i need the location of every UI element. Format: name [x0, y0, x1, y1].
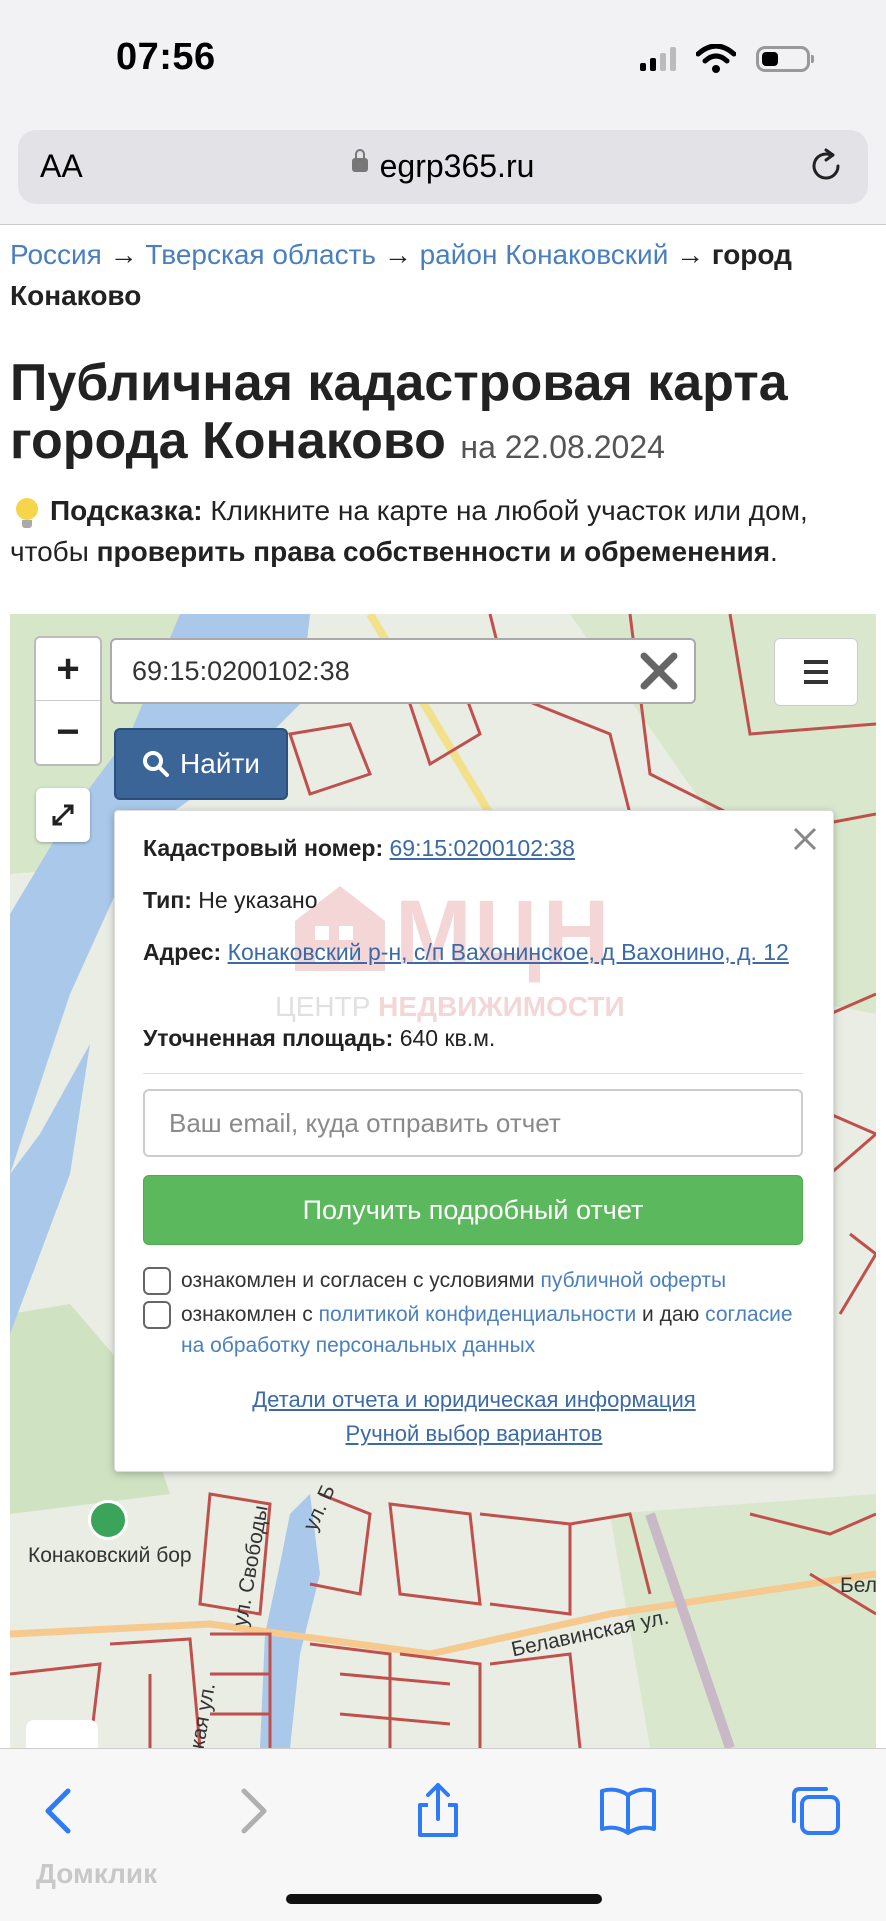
forward-arrow-icon[interactable] — [222, 1781, 282, 1841]
parcel-info-popup: МЦН ЦЕНТР НЕДВИЖИМОСТИ Кадастровый номер… — [114, 810, 834, 1472]
email-field[interactable] — [143, 1089, 803, 1157]
breadcrumb-separator: → — [383, 239, 412, 270]
breadcrumb-link-russia[interactable]: Россия — [10, 239, 102, 270]
fullscreen-button[interactable] — [36, 788, 90, 842]
consent-offer-checkbox[interactable] — [143, 1267, 171, 1295]
zoom-control: + − — [34, 636, 102, 766]
reload-icon[interactable] — [806, 146, 846, 186]
breadcrumb: Россия → Тверская область → район Конако… — [10, 234, 870, 316]
hint: Подсказка: Кликните на карте на любой уч… — [10, 495, 808, 567]
domclick-watermark: Домклик — [36, 1858, 158, 1889]
page-title: Публичная кадастровая карта города Конак… — [10, 354, 876, 476]
map-panel-handle[interactable] — [26, 1720, 98, 1748]
report-details-row: Детали отчета и юридическая информация — [115, 1383, 833, 1417]
expand-icon — [52, 804, 74, 826]
cadastral-number-link[interactable]: 69:15:0200102:38 — [390, 835, 575, 861]
privacy-policy-link[interactable]: политикой конфиденциальности — [319, 1303, 637, 1326]
lightbulb-icon — [16, 498, 38, 528]
cellular-signal-icon — [640, 47, 676, 71]
address-bar[interactable]: AA egrp365.ru — [18, 130, 868, 204]
battery-icon — [756, 46, 814, 72]
cadastral-map[interactable]: + − Найти МЦН ЦЕНТР НЕДВИЖИМОСТ — [10, 614, 876, 1748]
find-button-label: Найти — [180, 748, 260, 779]
divider — [143, 1073, 803, 1074]
back-arrow-icon[interactable] — [30, 1781, 90, 1841]
menu-line — [804, 660, 828, 664]
report-details-link[interactable]: Детали отчета и юридическая информация — [252, 1387, 695, 1412]
share-icon[interactable] — [408, 1781, 468, 1841]
zoom-in-button[interactable]: + — [36, 638, 100, 701]
map-label-edge: Бел — [840, 1574, 876, 1597]
hint-bold-text: проверить права собственности и обремене… — [96, 536, 771, 567]
consent-privacy-row: ознакомлен с политикой конфиденциальност… — [143, 1299, 803, 1361]
browser-address-area: AA egrp365.ru — [0, 120, 886, 225]
search-icon — [143, 751, 170, 777]
cadastral-search-input[interactable] — [110, 638, 696, 704]
map-label-forest: Конаковский бор — [28, 1544, 192, 1567]
consent-privacy-checkbox[interactable] — [143, 1301, 171, 1329]
breadcrumb-separator: → — [676, 239, 705, 270]
manual-choice-row: Ручной выбор вариантов — [115, 1417, 833, 1451]
address-link[interactable]: Конаковский р-н, с/п Вахонинское, д Вахо… — [228, 939, 789, 965]
type-row: Тип: Не указано — [143, 887, 318, 913]
bookmarks-icon[interactable] — [598, 1781, 658, 1841]
breadcrumb-link-region[interactable]: Тверская область — [145, 239, 376, 270]
public-offer-link[interactable]: публичной оферты — [541, 1269, 727, 1292]
menu-line — [804, 680, 828, 684]
consent-offer-row: ознакомлен и согласен с условиями публич… — [143, 1265, 803, 1296]
home-indicator[interactable] — [286, 1894, 602, 1904]
menu-line — [804, 670, 828, 674]
url-text[interactable]: egrp365.ru — [18, 148, 868, 185]
hint-label: Подсказка: — [50, 495, 203, 526]
page-title-text: Публичная кадастровая карта города Конак… — [10, 354, 788, 470]
area-row: Уточненная площадь: 640 кв.м. — [143, 1025, 496, 1051]
get-report-button[interactable]: Получить подробный отчет — [143, 1175, 803, 1245]
breadcrumb-link-district[interactable]: район Конаковский — [420, 239, 669, 270]
find-button[interactable]: Найти — [114, 728, 288, 800]
forest-poi-icon[interactable] — [88, 1500, 128, 1540]
clear-search-icon[interactable] — [638, 650, 680, 692]
wifi-icon — [696, 44, 736, 73]
tabs-icon[interactable] — [786, 1781, 846, 1841]
page-date: на 22.08.2024 — [460, 429, 665, 465]
address-row: Адрес: Конаковский р-н, с/п Вахонинское,… — [143, 939, 789, 965]
lock-icon — [351, 148, 368, 172]
zoom-out-button[interactable]: − — [36, 701, 100, 763]
map-menu-button[interactable] — [774, 638, 858, 706]
status-bar: 07:56 — [0, 0, 886, 120]
status-time: 07:56 — [116, 36, 216, 78]
breadcrumb-separator: → — [109, 239, 138, 270]
manual-choice-link[interactable]: Ручной выбор вариантов — [346, 1421, 603, 1446]
cadastral-number-row: Кадастровый номер: 69:15:0200102:38 — [143, 835, 575, 861]
status-icons — [640, 44, 814, 74]
